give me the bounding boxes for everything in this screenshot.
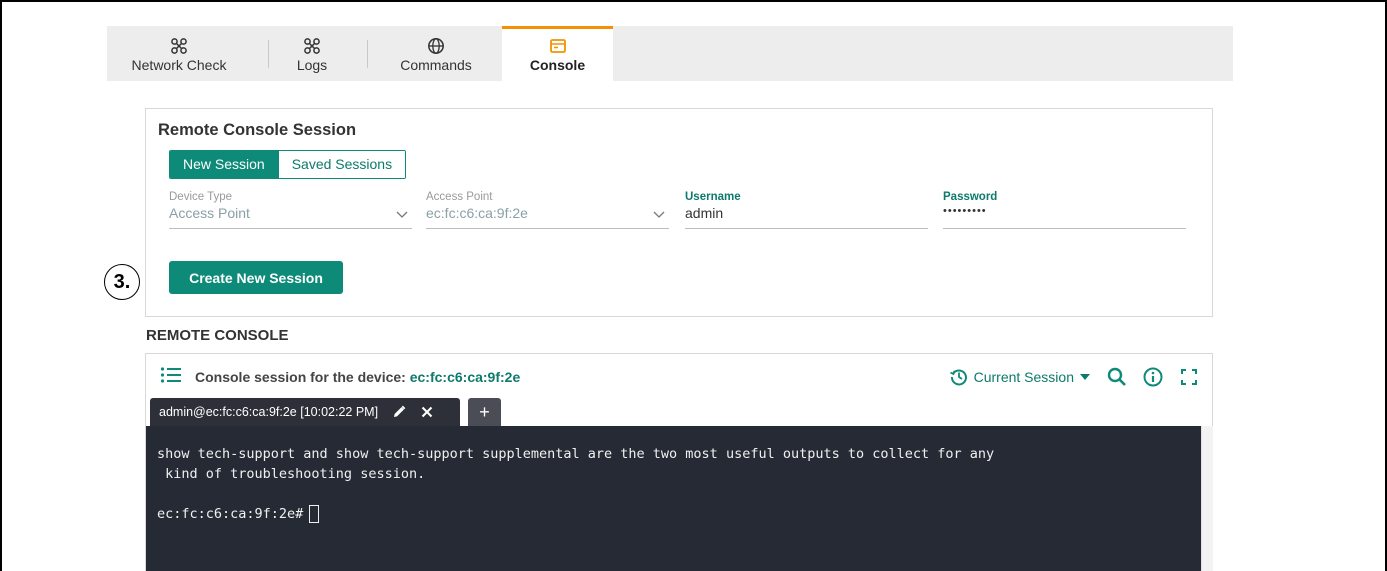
username-value: admin	[685, 205, 724, 221]
username-label: Username	[685, 191, 741, 203]
access-point-select[interactable]: Access Point ec:fc:c6:ca:9f:2e	[426, 191, 669, 229]
console-header: Console session for the device: ec:fc:c6…	[146, 354, 1212, 398]
remote-console-session-panel: Remote Console Session New Session Saved…	[145, 108, 1213, 317]
tab-label: Logs	[296, 57, 328, 73]
password-label: Password	[943, 191, 998, 203]
access-point-label: Access Point	[426, 191, 493, 203]
remote-console-box: Console session for the device: ec:fc:c6…	[145, 353, 1213, 571]
password-value: •••••••••	[943, 205, 987, 217]
tab-commands[interactable]: Commands	[387, 26, 485, 81]
password-field[interactable]: Password •••••••••	[943, 191, 1186, 229]
terminal-tab-title: admin@ec:fc:c6:ca:9f:2e [10:02:22 PM]	[159, 405, 379, 419]
search-icon[interactable]	[1106, 366, 1128, 388]
terminal-scrollbar[interactable]	[1201, 426, 1213, 571]
add-tab-button[interactable]: +	[468, 398, 501, 426]
terminal-prompt: ec:fc:c6:ca:9f:2e#	[157, 506, 304, 522]
terminal-cursor	[309, 505, 320, 523]
device-type-select[interactable]: Device Type Access Point	[169, 191, 412, 229]
fullscreen-icon[interactable]	[1178, 366, 1200, 388]
terminal-tab[interactable]: admin@ec:fc:c6:ca:9f:2e [10:02:22 PM]	[150, 398, 460, 426]
history-icon	[949, 369, 967, 386]
console-session-title: Console session for the device: ec:fc:c6…	[195, 369, 520, 385]
panel-title: Remote Console Session	[158, 121, 357, 139]
device-type-value: Access Point	[169, 205, 250, 221]
tab-label: Console	[529, 57, 586, 73]
terminal-prompt-line: ec:fc:c6:ca:9f:2e#	[157, 504, 1189, 524]
access-point-value: ec:fc:c6:ca:9f:2e	[426, 205, 528, 221]
tab-divider	[268, 40, 269, 68]
close-icon[interactable]	[421, 406, 433, 418]
console-tools: Current Session	[949, 366, 1200, 388]
session-prefix: Console session for the device:	[195, 369, 410, 385]
saved-sessions-button[interactable]: Saved Sessions	[277, 151, 406, 178]
username-field[interactable]: Username admin	[685, 191, 928, 229]
tab-bar: Network Check Logs Commands Console	[107, 26, 1233, 81]
new-session-button[interactable]: New Session	[170, 151, 278, 178]
chevron-down-icon	[653, 211, 665, 218]
network-icon	[171, 38, 187, 54]
device-id: ec:fc:c6:ca:9f:2e	[409, 369, 521, 385]
pencil-icon[interactable]	[392, 405, 406, 419]
console-icon	[549, 39, 566, 53]
tab-logs[interactable]: Logs	[280, 26, 344, 81]
chevron-down-icon	[396, 211, 408, 218]
list-icon[interactable]	[160, 366, 182, 384]
terminal-message: show tech-support and show tech-support …	[157, 446, 995, 482]
step-badge: 3.	[104, 264, 140, 300]
create-new-session-button[interactable]: Create New Session	[169, 261, 343, 294]
device-type-label: Device Type	[169, 191, 233, 203]
network-icon	[304, 38, 320, 54]
terminal-output[interactable]: show tech-support and show tech-support …	[146, 426, 1201, 571]
caret-down-icon	[1080, 374, 1090, 380]
remote-console-heading: REMOTE CONSOLE	[146, 327, 289, 344]
tab-console[interactable]: Console	[502, 26, 613, 81]
tab-label: Network Check	[131, 57, 227, 73]
session-mode-toggle: New Session Saved Sessions	[169, 150, 407, 179]
globe-icon	[428, 38, 444, 54]
info-icon[interactable]	[1142, 366, 1164, 388]
current-session-dropdown[interactable]: Current Session	[974, 369, 1074, 385]
tab-label: Commands	[400, 57, 472, 73]
tab-network-check[interactable]: Network Check	[125, 26, 233, 81]
tab-divider	[367, 40, 368, 68]
